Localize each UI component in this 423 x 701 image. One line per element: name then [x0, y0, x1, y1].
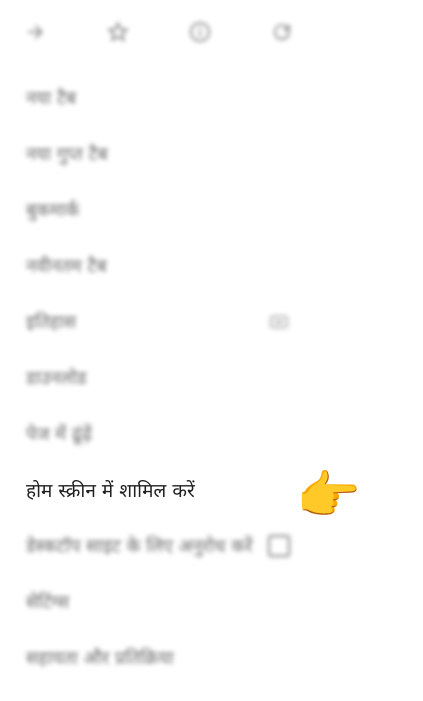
desktop-site-checkbox[interactable] [266, 533, 292, 559]
forward-button[interactable] [18, 14, 54, 50]
menu-item-label: नया गुप्त टैब [26, 144, 108, 165]
menu-item-help-feedback[interactable]: सहायता और प्रतिक्रिया [0, 630, 330, 686]
menu-item-settings[interactable]: सेटिंग्स [0, 574, 330, 630]
menu-item-label: सेटिंग्स [26, 592, 70, 613]
history-badge-icon [266, 309, 292, 335]
menu-item-label: पेज में ढूंढ़ें [26, 424, 93, 445]
bookmark-star-button[interactable] [100, 14, 136, 50]
menu-item-desktop-site[interactable]: डेस्कटॉप साइट के लिए अनुरोध करें [0, 518, 330, 574]
menu-item-add-to-home-screen[interactable]: होम स्क्रीन में शामिल करें [0, 462, 330, 518]
menu-item-new-incognito-tab[interactable]: नया गुप्त टैब [0, 126, 330, 182]
page-info-button[interactable] [182, 14, 218, 50]
checkbox-icon [267, 534, 291, 558]
menu-item-new-tab[interactable]: नया टैब [0, 70, 330, 126]
pointing-hand-icon: 👉 [296, 466, 361, 526]
menu-item-label: डेस्कटॉप साइट के लिए अनुरोध करें [26, 536, 253, 557]
forward-icon [28, 25, 43, 39]
menu-item-label: बुकमार्क [26, 200, 80, 221]
menu-item-label: इतिहास [26, 312, 77, 333]
menu-item-downloads[interactable]: डाउनलोड [0, 350, 330, 406]
reload-icon [274, 24, 291, 41]
menu-item-label: डाउनलोड [26, 368, 87, 389]
menu-item-label: नवीनतम टैब [26, 256, 107, 277]
info-icon [190, 22, 210, 42]
menu-item-label: सहायता और प्रतिक्रिया [26, 648, 174, 669]
star-icon [106, 21, 130, 42]
menu-item-find-in-page[interactable]: पेज में ढूंढ़ें [0, 406, 330, 462]
menu-item-label: नया टैब [26, 88, 77, 109]
menu-item-bookmarks[interactable]: बुकमार्क [0, 182, 330, 238]
menu-item-history[interactable]: इतिहास [0, 294, 330, 350]
reload-button[interactable] [264, 14, 300, 50]
menu-item-label: होम स्क्रीन में शामिल करें [26, 480, 195, 502]
menu-item-recent-tabs[interactable]: नवीनतम टैब [0, 238, 330, 294]
menu-toolbar [0, 0, 423, 64]
